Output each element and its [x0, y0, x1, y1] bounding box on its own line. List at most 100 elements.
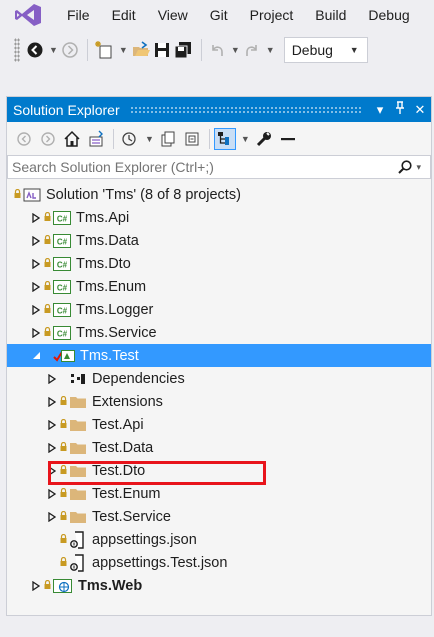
redo-dropdown-icon[interactable]: ▼	[266, 45, 275, 55]
menu-git[interactable]: Git	[199, 0, 239, 30]
redo-button[interactable]	[243, 38, 261, 62]
folder-icon	[69, 487, 87, 501]
search-box[interactable]: ▾	[7, 155, 431, 179]
pending-changes-filter-button[interactable]	[118, 128, 140, 150]
expand-arrow-icon[interactable]	[29, 580, 43, 591]
save-all-icon	[174, 42, 191, 59]
preview-selected-items-button[interactable]	[277, 128, 299, 150]
expand-arrow-icon[interactable]	[45, 465, 59, 476]
svg-text:C#: C#	[57, 237, 68, 246]
tree-item[interactable]: Dependencies	[7, 367, 431, 390]
menu-bar: File Edit View Git Project Build Debug	[0, 0, 434, 30]
expand-arrow-icon[interactable]	[45, 373, 59, 384]
tree-item[interactable]: appsettings.json	[7, 528, 431, 551]
open-folder-icon	[132, 41, 150, 56]
svg-text:C#: C#	[57, 214, 68, 223]
source-control-lock-icon	[43, 280, 52, 292]
save-all-button[interactable]	[173, 38, 193, 62]
back-dropdown-icon[interactable]: ▼	[49, 45, 58, 55]
menu-project[interactable]: Project	[239, 0, 305, 30]
filter-dropdown-icon[interactable]: ▼	[145, 134, 154, 144]
home-button[interactable]	[61, 128, 83, 150]
expand-arrow-icon[interactable]	[45, 396, 59, 407]
navigate-forward-button[interactable]	[61, 38, 79, 62]
menu-view[interactable]: View	[147, 0, 199, 30]
tree-item[interactable]: Test.Service	[7, 505, 431, 528]
window-options-dropdown-icon[interactable]: ▾	[371, 102, 389, 118]
folder-icon	[69, 418, 87, 432]
expand-arrow-icon[interactable]	[29, 212, 43, 223]
menu-build[interactable]: Build	[304, 0, 357, 30]
tree-item-label: Tms.Test	[80, 347, 139, 364]
tree-item[interactable]: Test.Api	[7, 413, 431, 436]
navigate-back-button[interactable]	[26, 38, 44, 62]
undo-button[interactable]	[208, 38, 226, 62]
menu-edit[interactable]: Edit	[101, 0, 147, 30]
tree-item[interactable]: Test.Data	[7, 436, 431, 459]
collapse-all-button[interactable]	[181, 128, 203, 150]
expand-arrow-icon[interactable]	[45, 511, 59, 522]
tree-item[interactable]: C# Tms.Enum	[7, 275, 431, 298]
view-dropdown-icon[interactable]: ▼	[241, 134, 250, 144]
search-input[interactable]	[12, 159, 398, 175]
tree-item-label: Tms.Web	[78, 577, 143, 594]
tree-item[interactable]: Solution 'Tms' (8 of 8 projects)	[7, 183, 431, 206]
forward-button[interactable]	[37, 128, 59, 150]
open-file-button[interactable]	[131, 38, 151, 62]
switch-views-button[interactable]	[85, 128, 107, 150]
csharp-project-icon: C#	[53, 256, 71, 272]
tree-item[interactable]: Tms.Web	[7, 574, 431, 597]
expand-arrow-icon[interactable]	[45, 419, 59, 430]
new-item-dropdown-icon[interactable]: ▼	[119, 45, 128, 55]
menu-file[interactable]: File	[56, 0, 101, 30]
preview-dash-icon	[280, 137, 295, 140]
solution-configuration-select[interactable]: Debug ▼	[283, 37, 368, 63]
tree-item-label: Test.Enum	[92, 485, 161, 502]
tree-item-label: Tms.Api	[76, 209, 130, 226]
close-icon[interactable]: ✕	[411, 102, 429, 118]
sync-active-document-button[interactable]	[157, 128, 179, 150]
switch-views-icon	[89, 130, 103, 146]
expand-arrow-icon[interactable]	[29, 327, 43, 338]
tree-item[interactable]: C# Tms.Service	[7, 321, 431, 344]
tree-item-label: Test.Api	[92, 416, 144, 433]
save-icon	[154, 43, 169, 57]
expand-arrow-icon[interactable]	[29, 304, 43, 315]
folder-icon	[69, 464, 87, 478]
toolbar-separator	[113, 128, 114, 149]
expand-arrow-icon[interactable]	[29, 258, 43, 269]
toolbar-grip[interactable]	[14, 38, 20, 62]
tree-item[interactable]: C# Tms.Dto	[7, 252, 431, 275]
svg-text:C#: C#	[57, 329, 68, 338]
search-options[interactable]: ▾	[397, 159, 424, 175]
new-item-icon	[94, 41, 112, 59]
show-all-files-button[interactable]	[213, 127, 236, 150]
save-button[interactable]	[153, 38, 171, 62]
menu-debug[interactable]: Debug	[357, 0, 420, 30]
new-item-button[interactable]	[94, 38, 114, 62]
tree-item[interactable]: C# Tms.Logger	[7, 298, 431, 321]
solution-explorer-title-bar[interactable]: Solution Explorer ▾ ✕	[7, 97, 431, 122]
forward-circle-icon	[41, 131, 55, 146]
solution-tree: Solution 'Tms' (8 of 8 projects) C# Tms.Ap…	[7, 183, 431, 597]
expand-arrow-icon[interactable]	[29, 235, 43, 246]
auto-hide-pin-icon[interactable]	[391, 101, 409, 118]
configuration-value: Debug	[291, 42, 333, 58]
tree-item[interactable]: C# Tms.Api	[7, 206, 431, 229]
tree-item[interactable]: Test.Dto	[7, 459, 431, 482]
tree-item[interactable]: Extensions	[7, 390, 431, 413]
expand-arrow-icon[interactable]	[29, 281, 43, 292]
back-button[interactable]	[13, 128, 35, 150]
collapse-arrow-icon[interactable]	[29, 351, 43, 360]
expand-arrow-icon[interactable]	[45, 488, 59, 499]
tree-item[interactable]: C# Tms.Data	[7, 229, 431, 252]
tree-item[interactable]: appsettings.Test.json	[7, 551, 431, 574]
properties-button[interactable]	[253, 128, 275, 150]
tree-item[interactable]: Tms.Test	[7, 344, 431, 367]
tree-item[interactable]: Test.Enum	[7, 482, 431, 505]
toolbar-separator	[200, 39, 202, 61]
web-project-icon	[53, 578, 73, 594]
csharp-project-icon: C#	[53, 279, 71, 295]
expand-arrow-icon[interactable]	[45, 442, 59, 453]
undo-dropdown-icon[interactable]: ▼	[231, 45, 240, 55]
